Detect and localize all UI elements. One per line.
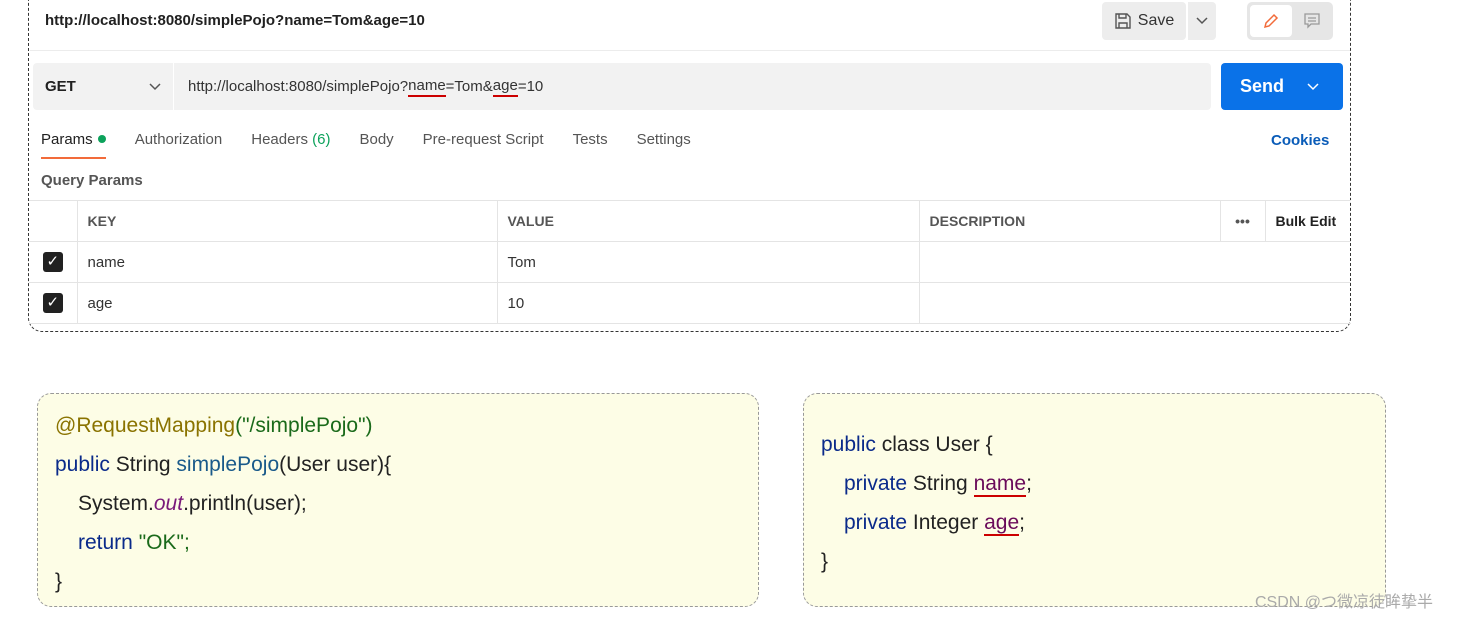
key-cell[interactable]: name [76, 241, 498, 283]
view-toggle [1247, 2, 1333, 40]
url-part: http://localhost:8080/simplePojo? [188, 78, 409, 95]
code-line: private String name; [844, 472, 1032, 497]
url-input[interactable]: http://localhost:8080/simplePojo? name =To… [174, 63, 1211, 110]
active-dot-icon [97, 135, 106, 143]
tab-label: Params [41, 131, 93, 148]
comments-button[interactable] [1293, 5, 1331, 37]
divider [30, 50, 1350, 51]
tab-params[interactable]: Params [41, 131, 106, 159]
url-part: =10 [517, 78, 544, 95]
url-param-age: age [492, 77, 518, 97]
pencil-icon [1263, 13, 1279, 29]
table-header: KEY VALUE DESCRIPTION ••• Bulk Edit [29, 200, 1351, 242]
description-header: DESCRIPTION [918, 200, 1221, 242]
description-cell[interactable] [918, 282, 1351, 324]
method-select[interactable]: GET [33, 63, 173, 110]
value-header: VALUE [496, 200, 920, 242]
code-line: public class User { [821, 433, 993, 456]
request-tabs: Params Authorization Headers (6) Body Pr… [41, 131, 720, 159]
headers-count: (6) [312, 131, 331, 148]
save-dropdown-button[interactable] [1188, 2, 1216, 40]
checkbox-checked-icon[interactable]: ✓ [42, 293, 63, 313]
edit-button[interactable] [1250, 5, 1292, 37]
method-label: GET [45, 78, 76, 95]
bulk-edit-button[interactable]: Bulk Edit [1264, 200, 1351, 242]
chevron-down-icon [1196, 17, 1208, 25]
comment-icon [1304, 13, 1320, 29]
checkbox-checked-icon[interactable]: ✓ [42, 252, 63, 272]
code-line: System.out.println(user); [78, 492, 307, 515]
save-label: Save [1137, 12, 1175, 29]
key-cell[interactable]: age [76, 282, 498, 324]
user-class-code-block: public class User { private String name;… [803, 393, 1386, 607]
request-title: http://localhost:8080/simplePojo?name=To… [45, 12, 425, 29]
code-line: @RequestMapping("/simplePojo") [55, 414, 373, 437]
watermark: CSDN @つ微凉徒眸挚半 [1255, 594, 1434, 611]
query-params-heading: Query Params [41, 172, 143, 189]
checkbox-col [29, 200, 78, 242]
table-row: ✓ name Tom [29, 241, 1351, 283]
url-param-name: name [408, 77, 446, 97]
code-line: } [55, 570, 63, 593]
url-part: =Tom& [445, 78, 493, 95]
cookies-link[interactable]: Cookies [1271, 132, 1329, 149]
table-row: ✓ age 10 [29, 282, 1351, 324]
value-cell[interactable]: 10 [496, 282, 920, 324]
code-line: return "OK"; [78, 531, 190, 554]
value-cell[interactable]: Tom [496, 241, 920, 283]
controller-code-block: @RequestMapping("/simplePojo") public St… [37, 393, 759, 607]
send-label: Send [1240, 76, 1285, 96]
tab-authorization[interactable]: Authorization [135, 131, 223, 159]
save-button[interactable]: Save [1102, 2, 1186, 40]
tab-pre-request-script[interactable]: Pre-request Script [423, 131, 544, 159]
key-header: KEY [76, 200, 498, 242]
tab-headers[interactable]: Headers (6) [251, 131, 330, 159]
tab-label: Headers [251, 131, 308, 148]
description-cell[interactable] [918, 241, 1351, 283]
tab-body[interactable]: Body [359, 131, 393, 159]
tab-settings[interactable]: Settings [637, 131, 691, 159]
code-line: private Integer age; [844, 511, 1025, 536]
send-button[interactable]: Send [1221, 63, 1343, 110]
chevron-down-icon [149, 82, 161, 90]
more-options-icon[interactable]: ••• [1219, 200, 1266, 242]
save-icon [1115, 13, 1131, 29]
code-line: } [821, 550, 829, 573]
params-table: KEY VALUE DESCRIPTION ••• Bulk Edit ✓ na… [29, 200, 1351, 324]
code-line: public String simplePojo(User user){ [55, 453, 392, 476]
tab-tests[interactable]: Tests [573, 131, 608, 159]
chevron-down-icon[interactable] [1307, 82, 1319, 91]
